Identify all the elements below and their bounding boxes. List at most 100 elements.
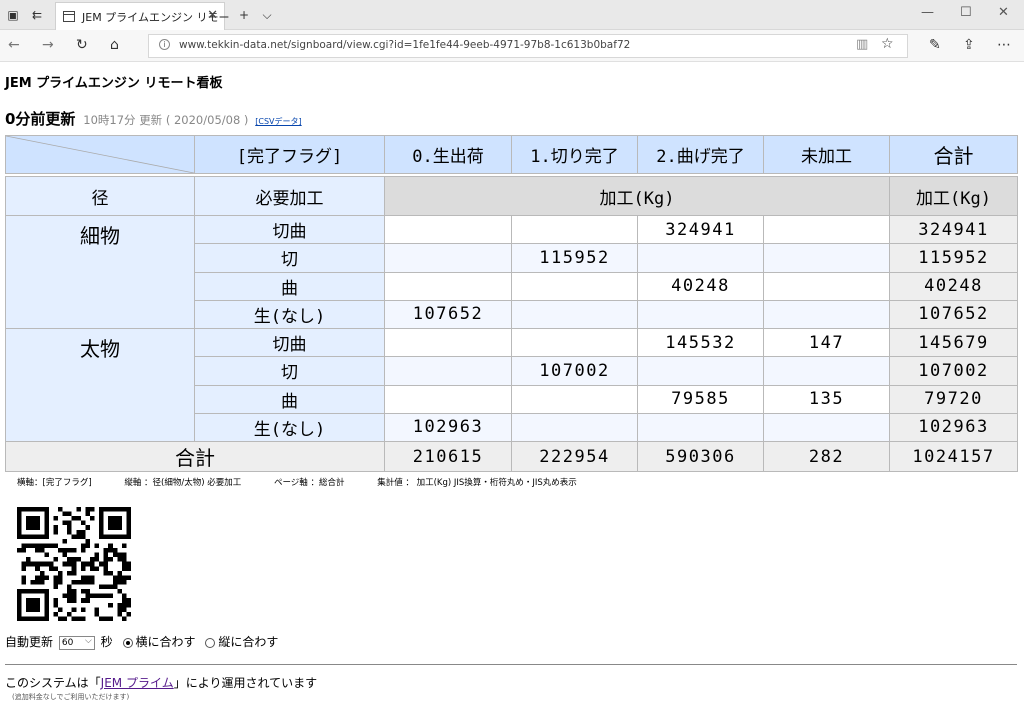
favorite-star-icon[interactable]: ☆ <box>881 36 894 52</box>
value-cell <box>511 412 638 443</box>
process-label: 生(なし) <box>194 412 385 443</box>
row-total-cell: 115952 <box>889 243 1018 273</box>
table-legend: 横軸：[完了フラグ] 縦軸 ：径(細物/太物) 必要加工 ページ軸 ：総合計 集… <box>17 476 607 488</box>
size-group-label: 太物 <box>5 328 195 442</box>
value-cell <box>511 271 638 301</box>
grand-total-cell: 590306 <box>637 441 764 472</box>
more-icon[interactable]: ⋯ <box>997 37 1011 53</box>
value-cell: 115952 <box>511 243 638 273</box>
update-status: 0分前更新 10時17分 更新 ( 2020/05/08 ) [CSVデータ] <box>5 108 302 129</box>
grand-total-label: 合計 <box>5 441 385 472</box>
process-label: 生(なし) <box>194 299 385 330</box>
total-header: 合計 <box>889 135 1018 174</box>
footer-text: このシステムは「JEM プライム」により運用されています <box>5 674 317 691</box>
col-header: 1.切り完了 <box>511 135 638 174</box>
address-bar: ← → ↻ ⌂ i www.tekkin-data.net/signboard/… <box>0 30 1024 62</box>
process-label: 切曲 <box>194 327 385 358</box>
footer-divider <box>5 664 1017 665</box>
value-cell <box>384 356 512 386</box>
qr-code <box>17 507 131 621</box>
fit-width-label[interactable]: 横に合わす <box>136 635 196 649</box>
chevron-down-icon[interactable]: ⌵ <box>258 6 276 24</box>
value-cell: 107002 <box>511 356 638 386</box>
pen-icon[interactable]: ✎ <box>929 37 941 53</box>
refresh-interval-select[interactable]: 60 <box>58 635 95 650</box>
auto-refresh-label: 自動更新 <box>5 635 54 649</box>
page-title: JEM プライムエンジン リモート看板 <box>5 76 223 91</box>
legend-horizontal-axis: 横軸：[完了フラグ] <box>17 478 92 488</box>
grand-total-cell: 210615 <box>384 441 512 472</box>
value-cell <box>384 327 512 358</box>
update-elapsed: 0分前更新 <box>5 110 76 128</box>
process-label: 曲 <box>194 271 385 301</box>
csv-data-link[interactable]: [CSVデータ] <box>255 117 301 126</box>
auto-refresh-controls: 自動更新 60 秒 横に合わす 縦に合わす <box>5 633 278 650</box>
reading-view-icon[interactable]: ▥ <box>856 37 868 52</box>
row-total-cell: 107002 <box>889 356 1018 386</box>
flag-header: [完了フラグ] <box>194 135 385 174</box>
value-cell <box>511 214 638 245</box>
unit-header: 加工(Kg) <box>384 176 890 216</box>
set-aside-tabs-icon[interactable]: ⇇ <box>28 6 46 24</box>
col-header: 未加工 <box>763 135 890 174</box>
tab-actions-icon[interactable]: ▣ <box>4 6 22 24</box>
signboard-table: [完了フラグ] 0.生出荷 1.切り完了 2.曲げ完了 未加工 合計 径 必要加… <box>5 135 1018 472</box>
footer-note: (追加料金なしでご利用いただけます) <box>12 693 130 701</box>
row-total-cell: 79720 <box>889 384 1018 414</box>
fit-height-radio[interactable] <box>205 637 216 648</box>
value-cell: 79585 <box>637 384 764 414</box>
new-tab-icon[interactable]: + <box>235 6 253 24</box>
legend-aggregate: 集計値 ： 加工(Kg) JIS換算・桁符丸め・JIS丸め表示 <box>377 478 577 488</box>
value-cell <box>511 327 638 358</box>
value-cell <box>763 271 890 301</box>
value-cell: 102963 <box>384 412 512 443</box>
value-cell <box>511 299 638 330</box>
size-header: 径 <box>5 176 195 216</box>
grand-total-cell: 282 <box>763 441 890 472</box>
col-header: 2.曲げ完了 <box>637 135 764 174</box>
page-icon <box>63 11 75 22</box>
browser-tab[interactable]: JEM プライムエンジン リモー ✕ <box>55 2 229 30</box>
size-group-label: 細物 <box>5 215 195 329</box>
close-tab-icon[interactable]: ✕ <box>207 8 218 23</box>
value-cell: 135 <box>763 384 890 414</box>
process-header: 必要加工 <box>194 176 385 216</box>
fit-height-label[interactable]: 縦に合わす <box>218 635 278 649</box>
value-cell <box>763 299 890 330</box>
value-cell <box>763 214 890 245</box>
home-icon[interactable]: ⌂ <box>110 37 119 53</box>
value-cell <box>384 271 512 301</box>
maximize-icon[interactable]: ☐ <box>960 5 972 20</box>
site-info-icon[interactable]: i <box>159 39 170 50</box>
back-icon[interactable]: ← <box>8 37 20 53</box>
value-cell <box>637 299 764 330</box>
value-cell <box>763 243 890 273</box>
corner-cell <box>5 135 195 174</box>
row-total-cell: 324941 <box>889 214 1018 245</box>
row-total-cell: 145679 <box>889 327 1018 358</box>
legend-vertical-axis: 縦軸 ：径(細物/太物) 必要加工 <box>124 478 242 488</box>
minimize-icon[interactable]: — <box>921 5 934 20</box>
url-input[interactable]: i www.tekkin-data.net/signboard/view.cgi… <box>148 34 908 58</box>
browser-tab-bar: ▣ ⇇ JEM プライムエンジン リモー ✕ + ⌵ — ☐ ✕ <box>0 0 1024 30</box>
forward-icon[interactable]: → <box>42 37 54 53</box>
grand-total-cell: 222954 <box>511 441 638 472</box>
seconds-label: 秒 <box>100 635 113 649</box>
process-label: 切 <box>194 356 385 386</box>
share-icon[interactable]: ⇪ <box>963 37 975 53</box>
value-cell <box>511 384 638 414</box>
jem-prime-link[interactable]: JEM プライム <box>101 676 174 690</box>
row-total-cell: 102963 <box>889 412 1018 443</box>
value-cell: 40248 <box>637 271 764 301</box>
refresh-icon[interactable]: ↻ <box>76 37 88 53</box>
update-timestamp: 10時17分 更新 ( 2020/05/08 ) <box>83 113 249 127</box>
value-cell <box>384 214 512 245</box>
footer-prefix: このシステムは「 <box>5 676 101 690</box>
value-cell <box>637 412 764 443</box>
value-cell <box>763 412 890 443</box>
col-header: 0.生出荷 <box>384 135 512 174</box>
url-text[interactable]: www.tekkin-data.net/signboard/view.cgi?i… <box>179 39 630 51</box>
row-total-cell: 40248 <box>889 271 1018 301</box>
close-window-icon[interactable]: ✕ <box>998 5 1009 20</box>
fit-width-radio[interactable] <box>122 637 133 648</box>
